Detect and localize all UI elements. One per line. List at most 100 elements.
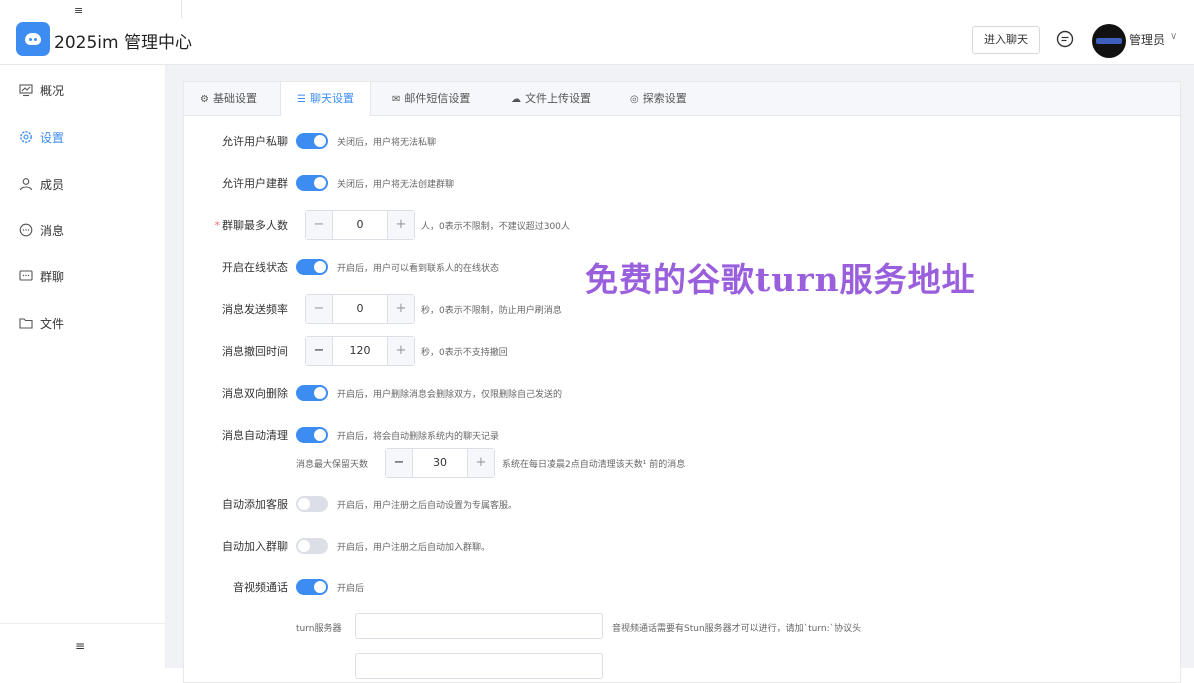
enter-chat-button[interactable]: 进入聊天 (972, 26, 1040, 54)
increment-button[interactable]: + (387, 211, 414, 239)
tab-label: 聊天设置 (309, 92, 354, 105)
tab-mail-sms-settings[interactable]: ✉ 邮件短信设置 (392, 82, 470, 115)
setting-hint: 开启后，用户可以看到联系人的在线状态 (337, 264, 500, 274)
setting-auto-service: 自动添加客服 开启后，用户注册之后自动设置为专属客服。 (184, 489, 1180, 519)
setting-hint: 秒，0表示不支持撤回 (421, 348, 508, 358)
stepper-value[interactable]: 30 (413, 449, 467, 477)
setting-label: 消息双向删除 (222, 387, 288, 400)
auto-service-toggle[interactable] (296, 496, 328, 512)
collapse-menu-icon[interactable]: ≡ (74, 4, 83, 17)
sidebar-item-settings[interactable]: 设置 (0, 126, 165, 150)
decrement-button[interactable]: − (306, 295, 333, 323)
settings-panel: ⚙ 基础设置 ☰ 聊天设置 ✉ 邮件短信设置 ☁ 文件上传设置 ◎ 探索设置 允许用户私聊… (183, 81, 1181, 683)
required-mark: * (214, 219, 221, 232)
setting-hint: 开启后，用户注册之后自动设置为专属客服。 (337, 501, 518, 511)
mail-icon: ✉ (392, 94, 401, 105)
av-call-toggle[interactable] (296, 579, 328, 595)
chevron-down-icon[interactable]: ∨ (1170, 31, 1177, 42)
setting-auto-clean: 消息自动清理 开启后，将会自动删除系统内的聊天记录 (184, 420, 1180, 450)
retention-days-stepper: − 30 + (385, 448, 495, 478)
tab-chat-settings[interactable]: ☰ 聊天设置 (280, 82, 371, 116)
sidebar-item-group-chat[interactable]: 群聊 (0, 265, 165, 289)
setting-label: 自动加入群聊 (222, 540, 288, 553)
sidebar-item-overview[interactable]: 概况 (0, 79, 165, 103)
setting-label: * 群聊最多人数 (215, 217, 289, 233)
auto-clean-toggle[interactable] (296, 427, 328, 443)
sidebar-item-files[interactable]: 文件 (0, 312, 165, 336)
setting-label: 开启在线状态 (222, 261, 288, 274)
retention-days-label: 消息最大保留天数 (296, 460, 369, 470)
setting-hint: 系统在每日凌晨2点自动清理该天数¹ 前的消息 (502, 460, 686, 470)
sidebar-item-members[interactable]: 成员 (0, 173, 165, 197)
message-icon (19, 223, 33, 237)
tab-explore-settings[interactable]: ◎ 探索设置 (630, 82, 687, 115)
user-icon (19, 178, 33, 191)
group-chat-icon (19, 270, 33, 281)
top-bar: ≡ 2025im 管理中心 进入聊天 管理员 ∨ (0, 0, 1194, 65)
increment-button[interactable]: + (467, 449, 494, 477)
setting-hint: 秒，0表示不限制，防止用户刷消息 (421, 306, 562, 316)
setting-av-call: 音视频通话 开启后 (184, 572, 1180, 602)
setting-turn-server: turn服务器 音视频通话需要有Stun服务器才可以进行，请加`turn:`协议… (184, 613, 1180, 643)
setting-label: 消息自动清理 (222, 429, 288, 442)
turn-server-label: turn服务器 (296, 624, 342, 634)
cloud-upload-icon: ☁ (511, 94, 521, 105)
monitor-icon (19, 84, 33, 97)
online-status-toggle[interactable] (296, 259, 328, 275)
tab-file-upload-settings[interactable]: ☁ 文件上传设置 (511, 82, 591, 115)
sidebar-item-label: 设置 (40, 131, 65, 145)
sidebar: 概况 设置 成员 消息 群聊 文件 ≡ (0, 65, 166, 668)
setting-max-group-members: * 群聊最多人数 − 0 + 人，0表示不限制，不建议超过300人 (184, 210, 1180, 240)
setting-retention-days: 消息最大保留天数 − 30 + 系统在每日凌晨2点自动清理该天数¹ 前的消息 (184, 448, 1180, 478)
private-chat-toggle[interactable] (296, 133, 328, 149)
sidebar-item-messages[interactable]: 消息 (0, 219, 165, 243)
turn-server-input[interactable] (355, 613, 603, 639)
stepper-value[interactable]: 0 (333, 295, 387, 323)
avatar[interactable] (1092, 24, 1126, 58)
increment-button[interactable]: + (387, 337, 414, 365)
setting-hint: 关闭后，用户将无法私聊 (337, 138, 437, 148)
decrement-button[interactable]: − (306, 211, 333, 239)
tab-label: 邮件短信设置 (404, 92, 471, 105)
setting-two-way-delete: 消息双向删除 开启后，用户删除消息会删除双方，仅限删除自己发送的 (184, 378, 1180, 408)
sidebar-item-label: 文件 (40, 317, 65, 331)
sidebar-item-label: 成员 (40, 178, 65, 192)
stepper-value[interactable]: 0 (333, 211, 387, 239)
setting-hint: 人，0表示不限制，不建议超过300人 (421, 222, 570, 232)
max-group-members-stepper: − 0 + (305, 210, 415, 240)
decrement-button[interactable]: − (306, 337, 333, 365)
list-icon: ☰ (297, 94, 306, 105)
setting-label: 消息撤回时间 (222, 345, 288, 358)
setting-label: 消息发送频率 (222, 303, 288, 316)
setting-hint: 音视频通话需要有Stun服务器才可以进行，请加`turn:`协议头 (612, 624, 862, 634)
setting-create-group: 允许用户建群 关闭后，用户将无法创建群聊 (184, 168, 1180, 198)
stepper-value[interactable]: 120 (333, 337, 387, 365)
gear-icon (20, 131, 32, 143)
setting-label: 允许用户私聊 (222, 135, 288, 148)
auto-join-group-toggle[interactable] (296, 538, 328, 554)
turn-username-input[interactable] (355, 653, 603, 679)
sidebar-item-label: 群聊 (40, 270, 65, 284)
tab-label: 探索设置 (642, 92, 687, 105)
admin-name[interactable]: 管理员 (1129, 31, 1165, 48)
setting-turn-username (184, 653, 1180, 683)
tab-basic-settings[interactable]: ⚙ 基础设置 (200, 82, 257, 115)
chat-bubble-icon[interactable] (1056, 30, 1074, 48)
compass-icon: ◎ (630, 94, 639, 105)
collapse-sidebar-icon[interactable]: ≡ (75, 639, 85, 653)
decrement-button[interactable]: − (386, 449, 413, 477)
settings-tabs: ⚙ 基础设置 ☰ 聊天设置 ✉ 邮件短信设置 ☁ 文件上传设置 ◎ 探索设置 (184, 82, 1180, 116)
increment-button[interactable]: + (387, 295, 414, 323)
setting-auto-join-group: 自动加入群聊 开启后，用户注册之后自动加入群聊。 (184, 531, 1180, 561)
setting-hint: 开启后，用户删除消息会删除双方，仅限删除自己发送的 (337, 390, 563, 400)
create-group-toggle[interactable] (296, 175, 328, 191)
sidebar-item-label: 消息 (40, 224, 65, 238)
two-way-delete-toggle[interactable] (296, 385, 328, 401)
setting-private-chat: 允许用户私聊 关闭后，用户将无法私聊 (184, 126, 1180, 156)
tab-label: 文件上传设置 (525, 92, 591, 105)
setting-label-text: 群聊最多人数 (222, 219, 288, 232)
folder-icon (19, 318, 33, 329)
setting-label: 允许用户建群 (222, 177, 288, 190)
send-rate-stepper: − 0 + (305, 294, 415, 324)
setting-hint: 关闭后，用户将无法创建群聊 (337, 180, 455, 190)
